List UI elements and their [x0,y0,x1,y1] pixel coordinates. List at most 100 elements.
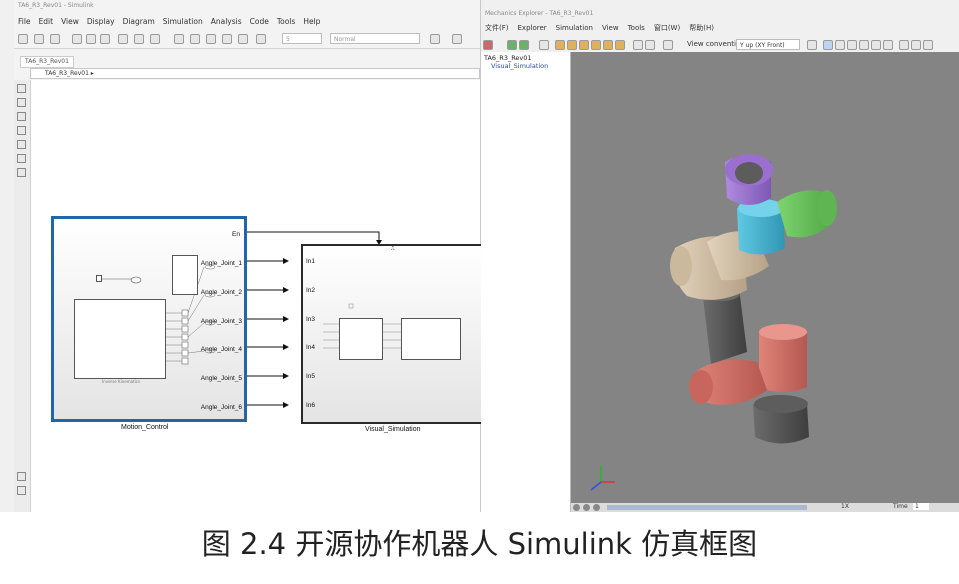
zoom-box-icon[interactable] [883,40,893,50]
figure-caption: 图 2.4 开源协作机器人 Simulink 仿真框图 [201,527,758,561]
menu-tools-me[interactable]: Tools [628,24,645,32]
color-icon[interactable] [911,40,921,50]
menu-code[interactable]: Code [250,17,269,26]
rotate-icon[interactable] [835,40,845,50]
motion-control-block[interactable]: En Angle_Joint_1 Angle_Joint_2 Angle_Joi… [51,216,247,422]
visual-simulation-label: Visual_Simulation [365,426,421,433]
rewind-icon[interactable] [190,34,200,44]
play-forward-icon[interactable] [593,504,600,511]
area-icon[interactable] [17,168,26,177]
model-config-icon[interactable] [150,34,160,44]
play-icon[interactable] [507,40,517,50]
breadcrumb[interactable]: TA6_R3_Rev01 ▸ [30,68,480,79]
menu-view-me[interactable]: View [602,24,619,32]
zoom-icon[interactable] [17,98,26,107]
explorer-title: Mechanics Explorer - TA6_R3_Rev01 [485,10,594,17]
inner-sim-lines [323,303,401,349]
tab-bar: TA6_R3_Rev01 [14,56,480,68]
left-view-icon[interactable] [579,40,589,50]
visual-simulation-block[interactable]: In1 In2 In3 In4 In5 In6 ⎍ [301,244,485,424]
time-input[interactable]: 1 [913,503,929,510]
explorer-icon[interactable] [17,486,26,495]
model-canvas[interactable]: En Angle_Joint_1 Angle_Joint_2 Angle_Joi… [31,80,485,512]
axis-triad-icon [590,466,615,491]
fit-to-view-icon[interactable] [539,40,549,50]
tab-model[interactable]: TA6_R3_Rev01 [20,56,74,68]
step-back-icon[interactable] [174,34,184,44]
tree-item-visual-simulation[interactable]: Visual_Simulation [491,62,548,70]
single-view-icon[interactable] [633,40,643,50]
image-icon[interactable] [17,154,26,163]
stop-time-input[interactable]: 5 [282,33,322,44]
roll-icon[interactable] [847,40,857,50]
menu-file[interactable]: File [18,17,31,26]
rewind-icon[interactable] [573,504,580,511]
3d-viewport[interactable] [571,52,959,503]
menu-help[interactable]: Help [303,17,320,26]
menu-simulation[interactable]: Simulation [163,17,203,26]
split-view-icon[interactable] [645,40,655,50]
menu-edit[interactable]: Edit [39,17,54,26]
inverse-kinematics-block [74,299,166,379]
new-model-icon[interactable] [18,34,28,44]
menu-explorer[interactable]: Explorer [518,24,547,32]
back-view-icon[interactable] [567,40,577,50]
camera-icon[interactable] [807,40,817,50]
run-icon[interactable] [206,34,216,44]
time-label: Time [893,503,908,510]
hide-browser-icon[interactable] [17,84,26,93]
explorer-menu-bar: 文件(F) Explorer Simulation View Tools 窗口(… [481,22,959,34]
up-icon[interactable] [100,34,110,44]
record-icon[interactable] [483,40,493,50]
stop-icon[interactable] [238,34,248,44]
record-icon[interactable] [256,34,266,44]
explorer-toolbar: View convention Y up (XY Front) [481,36,959,52]
tree-item-root[interactable]: TA6_R3_Rev01 [484,54,532,62]
select-icon[interactable] [823,40,833,50]
mechanics-explorer-window: Mechanics Explorer - TA6_R3_Rev01 文件(F) … [481,0,959,512]
open-icon[interactable] [34,34,44,44]
menu-help-cn[interactable]: 帮助(H) [689,23,714,33]
zoom-icon[interactable] [871,40,881,50]
right-view-icon[interactable] [591,40,601,50]
menu-diagram[interactable]: Diagram [123,17,155,26]
menu-simulation-me[interactable]: Simulation [556,24,593,32]
view-convention-select[interactable]: Y up (XY Front) [736,39,800,50]
screenshot: TA6_R3_Rev01 - Simulink File Edit View D… [0,0,959,512]
grid-icon[interactable] [452,34,462,44]
library-browser-icon[interactable] [118,34,128,44]
build-icon[interactable] [430,34,440,44]
simulink-window: TA6_R3_Rev01 - Simulink File Edit View D… [14,0,485,512]
menu-file-cn[interactable]: 文件(F) [485,23,509,33]
window-title: TA6_R3_Rev01 - Simulink [18,2,94,9]
pan-icon[interactable] [859,40,869,50]
explorer-tree: TA6_R3_Rev01 Visual_Simulation [481,52,571,512]
timeline-slider[interactable] [607,505,807,510]
menu-tools[interactable]: Tools [277,17,295,26]
save-icon[interactable] [50,34,60,44]
menu-display[interactable]: Display [87,17,115,26]
arrow-icon[interactable] [17,126,26,135]
forward-icon[interactable] [86,34,96,44]
layout-icon[interactable] [663,40,673,50]
pause-icon[interactable] [519,40,529,50]
menu-view[interactable]: View [61,17,79,26]
menu-analysis[interactable]: Analysis [211,17,242,26]
frames-icon[interactable] [899,40,909,50]
menu-bar: File Edit View Display Diagram Simulatio… [14,14,484,28]
front-view-icon[interactable] [555,40,565,50]
settings-gear-icon[interactable] [134,34,144,44]
model-browser-icon[interactable] [17,472,26,481]
sim-mode-select[interactable]: Normal [330,33,420,44]
top-view-icon[interactable] [603,40,613,50]
step-forward-icon[interactable] [222,34,232,44]
annotation-icon[interactable] [17,140,26,149]
speed-readout: 1X [841,503,849,510]
fit-view-icon[interactable] [17,112,26,121]
menu-window-cn[interactable]: 窗口(W) [654,23,680,33]
bottom-view-icon[interactable] [615,40,625,50]
playback-bar: 1X Time 1 [571,503,959,512]
settings-icon[interactable] [923,40,933,50]
play-back-icon[interactable] [583,504,590,511]
back-icon[interactable] [72,34,82,44]
